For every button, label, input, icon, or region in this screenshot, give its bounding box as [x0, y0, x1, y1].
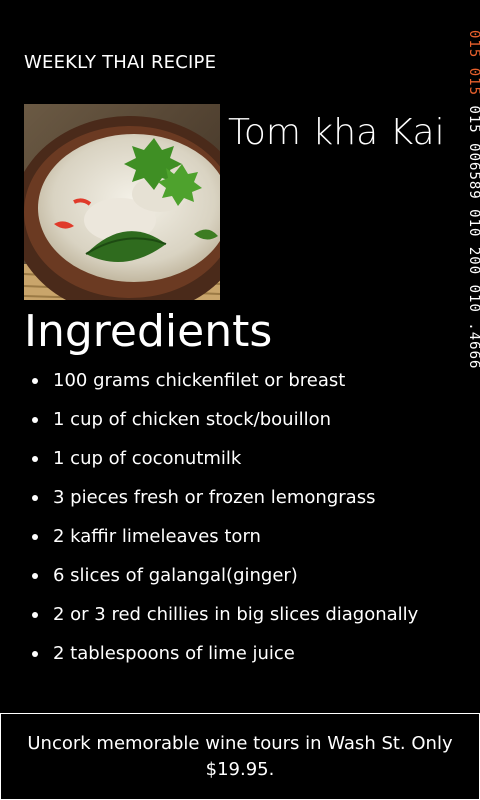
ingredient-text: 6 slices of galangal(ginger) — [53, 565, 298, 586]
ingredient-text: 3 pieces fresh or frozen lemongrass — [53, 487, 376, 508]
frame-rate-counter-text: 015 015 015 006589 010 200 010 .4666 — [466, 30, 480, 369]
bullet-icon — [32, 456, 38, 462]
bullet-icon — [32, 612, 38, 618]
ingredient-item: 6 slices of galangal(ginger) — [24, 563, 444, 589]
ingredient-item: 1 cup of coconutmilk — [24, 446, 444, 472]
recipe-photo — [24, 104, 220, 300]
frame-rate-accent: 015 015 — [466, 30, 480, 97]
soup-bowl-image — [24, 104, 220, 300]
ad-banner[interactable]: Uncork memorable wine tours in Wash St. … — [0, 713, 480, 800]
bullet-icon — [32, 573, 38, 579]
frame-rate-values: 015 006589 010 200 010 .4666 — [466, 105, 480, 370]
ingredients-list: 100 grams chickenfilet or breast 1 cup o… — [24, 368, 444, 680]
bullet-icon — [32, 378, 38, 384]
ingredient-text: 1 cup of coconutmilk — [53, 448, 242, 469]
ingredient-text: 100 grams chickenfilet or breast — [53, 370, 346, 391]
ingredient-item: 2 tablespoons of lime juice — [24, 641, 444, 667]
ingredient-item: 1 cup of chicken stock/bouillon — [24, 407, 444, 433]
bullet-icon — [32, 651, 38, 657]
ad-text: Uncork memorable wine tours in Wash St. … — [27, 732, 453, 780]
ingredient-item: 3 pieces fresh or frozen lemongrass — [24, 485, 444, 511]
ingredients-heading: Ingredients — [24, 306, 273, 357]
bullet-icon — [32, 417, 38, 423]
bullet-icon — [32, 534, 38, 540]
frame-rate-counter: 015 015 015 006589 010 200 010 .4666 — [458, 30, 480, 410]
ingredient-text: 2 or 3 red chillies in big slices diagon… — [53, 604, 419, 625]
ingredient-text: 2 kaffir limeleaves torn — [53, 526, 261, 547]
app-title: WEEKLY THAI RECIPE — [24, 52, 217, 73]
recipe-title: Tom kha Kai — [228, 112, 445, 153]
ingredient-item: 100 grams chickenfilet or breast — [24, 368, 444, 394]
ingredient-text: 2 tablespoons of lime juice — [53, 643, 295, 664]
ingredient-item: 2 kaffir limeleaves torn — [24, 524, 444, 550]
bullet-icon — [32, 495, 38, 501]
ingredient-text: 1 cup of chicken stock/bouillon — [53, 409, 331, 430]
ingredient-item: 2 or 3 red chillies in big slices diagon… — [24, 602, 444, 628]
